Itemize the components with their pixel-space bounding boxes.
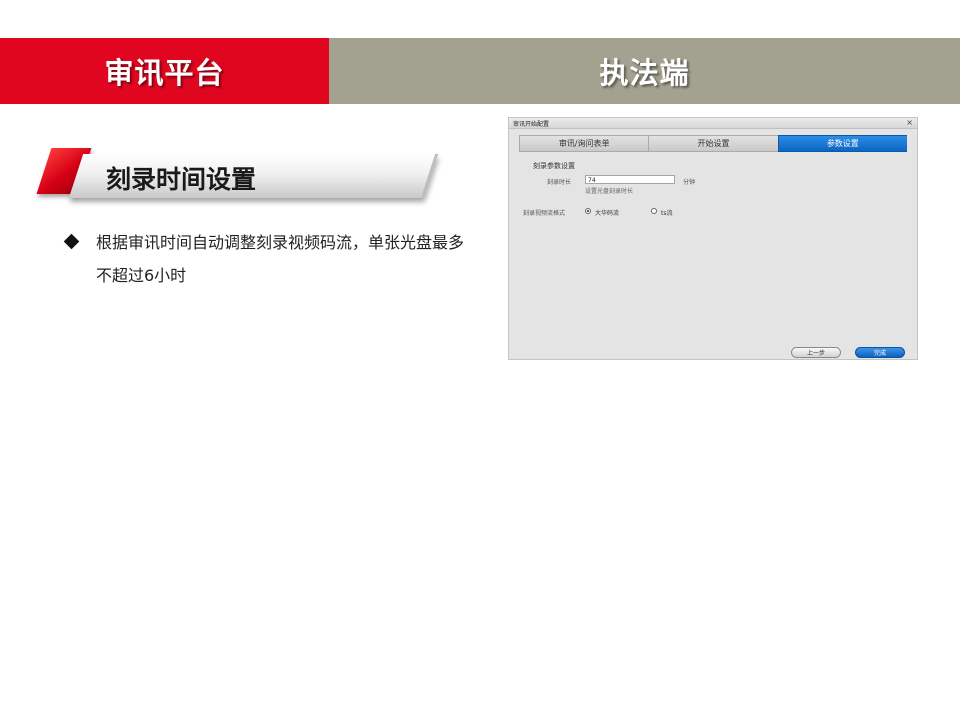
banner-right-panel: 执法端	[329, 38, 960, 104]
radio-dahua-stream-label: 大华码流	[595, 210, 620, 217]
radio-dahua-stream[interactable]	[585, 208, 591, 214]
duration-hint: 设置光盘刻录时长	[585, 188, 634, 195]
tab-interrogation-form[interactable]: 审讯/询问表单	[519, 135, 649, 152]
diamond-bullet-icon	[63, 233, 80, 250]
radio-ts-stream-label: ts流	[661, 210, 673, 217]
section-title: 刻录时间设置	[106, 165, 257, 194]
tab-start-settings[interactable]: 开始设置	[648, 135, 778, 152]
radio-ts-stream[interactable]	[651, 208, 657, 214]
group-label: 刻录参数设置	[533, 162, 575, 170]
done-button[interactable]: 完成	[855, 347, 905, 358]
duration-unit: 分钟	[683, 179, 696, 186]
top-banner: 审讯平台 执法端	[0, 38, 960, 104]
bullet-item: 根据审讯时间自动调整刻录视频码流，单张光盘最多不超过6小时	[63, 226, 466, 292]
banner-left-panel: 审讯平台	[0, 38, 329, 104]
format-label: 刻录视频流格式	[523, 210, 566, 217]
banner-left-title: 审讯平台	[104, 56, 225, 90]
duration-input[interactable]: 74	[585, 175, 675, 184]
dialog-tabs: 审讯/询问表单 开始设置 参数设置	[519, 135, 907, 152]
close-icon[interactable]: ×	[906, 118, 913, 127]
dialog-title: 审讯开始配置	[513, 121, 550, 128]
settings-dialog: 审讯开始配置 × 审讯/询问表单 开始设置 参数设置 刻录参数设置 刻录时长 7…	[508, 117, 918, 360]
dialog-titlebar: 审讯开始配置 ×	[509, 118, 917, 129]
banner-right-title: 执法端	[599, 56, 690, 90]
duration-label: 刻录时长	[547, 179, 572, 186]
previous-step-button[interactable]: 上一步	[791, 347, 841, 358]
bullet-text: 根据审讯时间自动调整刻录视频码流，单张光盘最多不超过6小时	[96, 233, 465, 285]
section-heading: 刻录时间设置	[36, 146, 439, 208]
tab-parameter-settings[interactable]: 参数设置	[777, 135, 907, 152]
